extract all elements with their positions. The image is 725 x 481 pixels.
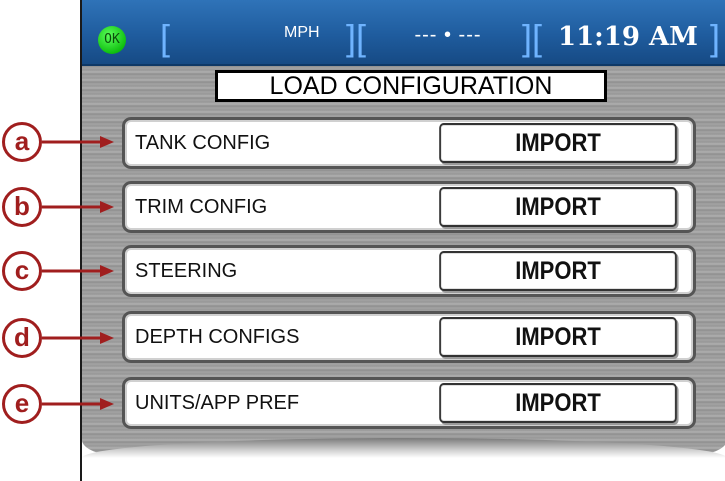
import-units-app-pref-button[interactable]: IMPORT: [439, 383, 677, 423]
row-label: STEERING: [135, 260, 238, 282]
import-steering-button[interactable]: IMPORT: [439, 251, 677, 291]
clock: 11:19 AM: [558, 22, 698, 52]
row-steering: STEERING IMPORT: [122, 245, 696, 297]
bracket-divider: ]: [710, 17, 721, 58]
bracket-divider: ][: [522, 17, 543, 58]
row-label: UNITS/APP PREF: [135, 392, 300, 414]
callout-arrow-icon: [42, 136, 114, 148]
row-trim-config: TRIM CONFIG IMPORT: [122, 181, 696, 233]
import-tank-config-button[interactable]: IMPORT: [439, 123, 677, 163]
speed-unit-label: MPH: [284, 24, 320, 41]
row-label: TRIM CONFIG: [135, 196, 268, 218]
row-label: TANK CONFIG: [135, 132, 271, 154]
callout-b: b: [2, 187, 42, 227]
callout-c: c: [2, 251, 42, 291]
callout-arrow-icon: [42, 332, 114, 344]
heading-readout: --- • ---: [414, 24, 482, 46]
row-tank-config: TANK CONFIG IMPORT: [122, 117, 696, 169]
page-title: LOAD CONFIGURATION: [215, 70, 607, 102]
status-bar: OK [ MPH ][ --- • --- ][ 11:19 AM ]: [82, 0, 725, 66]
row-units-app-pref: UNITS/APP PREF IMPORT: [122, 377, 696, 429]
callout-a: a: [2, 122, 42, 162]
callout-d: d: [2, 318, 42, 358]
bracket-divider: ][: [346, 17, 367, 58]
row-label: DEPTH CONFIGS: [135, 326, 300, 348]
bracket-divider: [: [160, 17, 171, 58]
ok-status-indicator: OK: [98, 26, 126, 54]
device-screen: OK [ MPH ][ --- • --- ][ 11:19 AM ] LOAD…: [80, 0, 725, 481]
callout-arrow-icon: [42, 265, 114, 277]
callout-arrow-icon: [42, 201, 114, 213]
import-depth-configs-button[interactable]: IMPORT: [439, 317, 677, 357]
import-trim-config-button[interactable]: IMPORT: [439, 187, 677, 227]
callout-e: e: [2, 384, 42, 424]
row-depth-configs: DEPTH CONFIGS IMPORT: [122, 311, 696, 363]
callout-arrow-icon: [42, 398, 114, 410]
